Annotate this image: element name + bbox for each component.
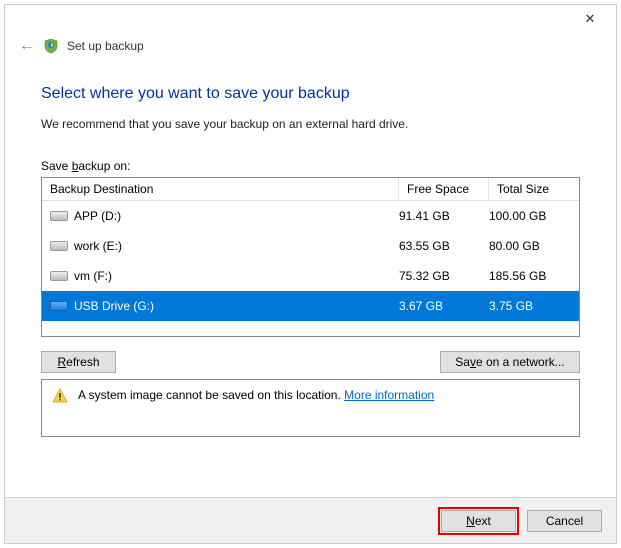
drive-total: 185.56 GB	[489, 269, 571, 283]
drive-free: 91.41 GB	[399, 209, 489, 223]
refresh-button[interactable]: Refresh	[41, 351, 116, 373]
close-icon[interactable]: ✕	[570, 11, 610, 27]
page-heading: Select where you want to save your backu…	[41, 85, 580, 103]
save-network-button[interactable]: Save on a network...	[440, 351, 580, 373]
drive-list-header: Backup Destination Free Space Total Size	[42, 178, 579, 201]
warning-icon	[52, 388, 68, 404]
recommend-text: We recommend that you save your backup o…	[41, 117, 580, 131]
drive-total: 80.00 GB	[489, 239, 571, 253]
next-button[interactable]: Next	[441, 510, 516, 532]
content-area: Select where you want to save your backu…	[5, 65, 616, 437]
drive-total: 100.00 GB	[489, 209, 571, 223]
disk-icon	[50, 301, 68, 311]
col-total-size[interactable]: Total Size	[489, 178, 579, 200]
backup-wizard-window: ✕ ← Set up backup Select where you want …	[4, 4, 617, 544]
col-free-space[interactable]: Free Space	[399, 178, 489, 200]
more-info-link[interactable]: More information	[344, 388, 434, 402]
titlebar: ✕	[5, 5, 616, 33]
drive-name: work (E:)	[74, 239, 399, 253]
drive-row-selected[interactable]: USB Drive (G:) 3.67 GB 3.75 GB	[42, 291, 579, 321]
drive-row[interactable]: work (E:) 63.55 GB 80.00 GB	[42, 231, 579, 261]
drive-row[interactable]: APP (D:) 91.41 GB 100.00 GB	[42, 201, 579, 231]
warning-text: A system image cannot be saved on this l…	[78, 388, 344, 402]
drive-free: 75.32 GB	[399, 269, 489, 283]
col-destination[interactable]: Backup Destination	[42, 178, 399, 200]
header-row: ← Set up backup	[5, 33, 616, 65]
window-title: Set up backup	[67, 39, 144, 53]
warning-text-wrap: A system image cannot be saved on this l…	[78, 388, 434, 402]
disk-icon	[50, 211, 68, 221]
warning-box: A system image cannot be saved on this l…	[41, 379, 580, 437]
disk-icon	[50, 271, 68, 281]
drive-free: 3.67 GB	[399, 299, 489, 313]
save-on-label: Save backup on:	[41, 159, 580, 173]
drive-row[interactable]: vm (F:) 75.32 GB 185.56 GB	[42, 261, 579, 291]
middle-button-row: Refresh Save on a network...	[41, 351, 580, 373]
drive-name: vm (F:)	[74, 269, 399, 283]
disk-icon	[50, 241, 68, 251]
footer: Next Cancel	[5, 497, 616, 543]
shield-icon	[43, 38, 59, 54]
next-highlight: Next	[438, 507, 519, 535]
drive-total: 3.75 GB	[489, 299, 571, 313]
back-arrow-icon[interactable]: ←	[19, 37, 35, 55]
drive-list: Backup Destination Free Space Total Size…	[41, 177, 580, 337]
drive-free: 63.55 GB	[399, 239, 489, 253]
cancel-button[interactable]: Cancel	[527, 510, 602, 532]
drive-name: USB Drive (G:)	[74, 299, 399, 313]
drive-name: APP (D:)	[74, 209, 399, 223]
